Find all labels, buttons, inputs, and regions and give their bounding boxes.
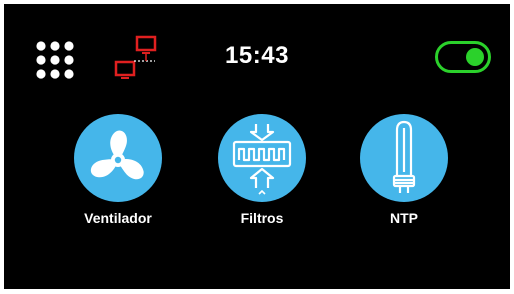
tile-ntp-circle: [360, 114, 448, 202]
tile-filtros[interactable]: Filtros: [202, 114, 322, 232]
menu-button[interactable]: [34, 39, 76, 81]
clock: 15:43: [225, 42, 289, 69]
toggle-knob: [466, 48, 484, 66]
tile-ventilador-circle: [74, 114, 162, 202]
tile-ventilador[interactable]: Ventilador: [58, 114, 178, 232]
tile-ntp[interactable]: NTP: [344, 114, 464, 232]
tile-ntp-label: NTP: [390, 210, 418, 226]
network-disconnected-icon: [114, 35, 157, 79]
fan-icon: [90, 130, 144, 180]
device-screen: 15:43 Ventilador Filtros NTP: [4, 4, 510, 289]
power-toggle[interactable]: [435, 41, 491, 73]
tile-ventilador-label: Ventilador: [84, 210, 152, 226]
network-status: [107, 34, 167, 86]
uv-lamp-icon: [392, 120, 416, 193]
filter-icon: [232, 124, 292, 195]
grid-menu-icon: [36, 41, 74, 79]
tile-filtros-circle: [218, 114, 306, 202]
tile-filtros-label: Filtros: [240, 210, 284, 226]
